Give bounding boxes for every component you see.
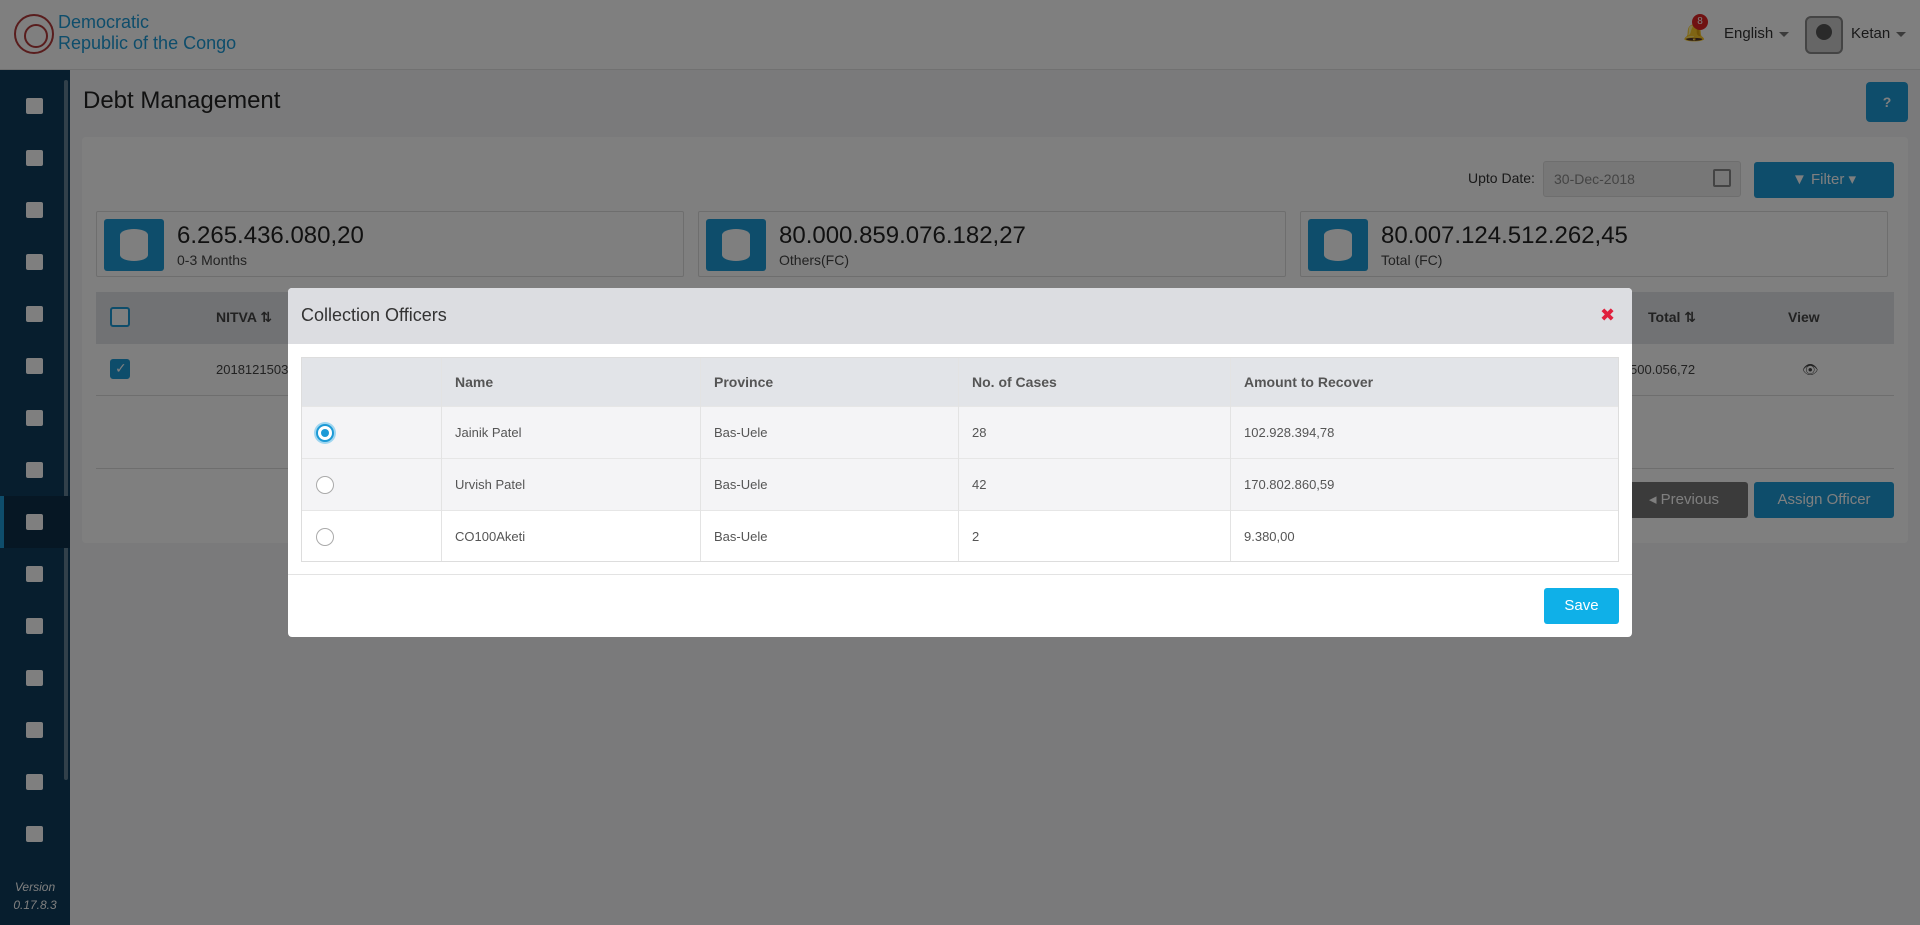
officer-cases: 28 <box>972 425 987 440</box>
officer-amount: 102.928.394,78 <box>1244 425 1335 440</box>
modal-footer-divider <box>288 574 1632 575</box>
officer-name: CO100Aketi <box>455 529 526 544</box>
column-name: Name <box>455 374 494 390</box>
officer-row[interactable]: Urvish Patel Bas-Uele 42 170.802.860,59 <box>302 458 1618 510</box>
collection-officers-modal: Collection Officers ✖ Name Province No. … <box>288 288 1632 637</box>
column-separator <box>958 358 959 561</box>
column-province: Province <box>714 374 774 390</box>
officer-province: Bas-Uele <box>714 425 768 440</box>
officer-name: Jainik Patel <box>455 425 522 440</box>
column-separator <box>700 358 701 561</box>
column-separator <box>441 358 442 561</box>
officer-cases: 42 <box>972 477 987 492</box>
officer-row[interactable]: CO100Aketi Bas-Uele 2 9.380,00 <box>302 510 1618 562</box>
close-icon[interactable]: ✖ <box>1600 305 1615 326</box>
column-separator <box>1230 358 1231 561</box>
officer-radio[interactable] <box>316 528 334 546</box>
officer-province: Bas-Uele <box>714 477 768 492</box>
modal-header: Collection Officers ✖ <box>288 288 1632 344</box>
officer-radio[interactable] <box>316 476 334 494</box>
modal-title: Collection Officers <box>301 305 447 325</box>
officer-amount: 170.802.860,59 <box>1244 477 1335 492</box>
officer-cases: 2 <box>972 529 980 544</box>
officer-radio[interactable] <box>316 424 334 442</box>
column-amount: Amount to Recover <box>1244 374 1374 390</box>
column-cases: No. of Cases <box>972 374 1057 390</box>
officers-table-header: Name Province No. of Cases Amount to Rec… <box>302 358 1618 406</box>
officers-table: Name Province No. of Cases Amount to Rec… <box>301 357 1619 562</box>
officer-row[interactable]: Jainik Patel Bas-Uele 28 102.928.394,78 <box>302 406 1618 458</box>
officer-amount: 9.380,00 <box>1244 529 1295 544</box>
save-button[interactable]: Save <box>1544 588 1619 624</box>
officer-name: Urvish Patel <box>455 477 526 492</box>
officer-province: Bas-Uele <box>714 529 768 544</box>
